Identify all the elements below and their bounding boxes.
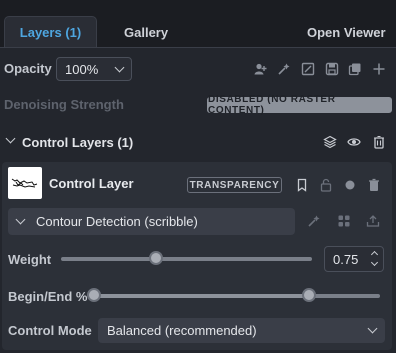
trash-icon[interactable] bbox=[367, 178, 381, 192]
control-layers-title: Control Layers (1) bbox=[22, 135, 134, 150]
layer-thumbnail[interactable] bbox=[8, 167, 42, 199]
processor-value: Contour Detection (scribble) bbox=[36, 214, 198, 229]
opacity-label: Opacity bbox=[4, 61, 52, 76]
chevron-down-icon bbox=[114, 62, 125, 72]
open-viewer-label: Open Viewer bbox=[307, 24, 386, 40]
control-mode-select[interactable]: Balanced (recommended) bbox=[98, 318, 385, 343]
weight-stepper[interactable] bbox=[370, 249, 380, 269]
control-mode-value: Balanced (recommended) bbox=[107, 323, 257, 338]
eye-icon[interactable] bbox=[347, 135, 361, 149]
weight-slider-track[interactable] bbox=[61, 257, 312, 261]
weight-label: Weight bbox=[8, 252, 52, 267]
control-mode-label: Control Mode bbox=[8, 323, 92, 338]
denoising-strength-label: Denoising Strength bbox=[4, 97, 124, 112]
user-plus-icon[interactable] bbox=[253, 62, 267, 76]
processor-select[interactable]: Contour Detection (scribble) bbox=[8, 208, 295, 235]
control-layers-header[interactable]: Control Layers (1) bbox=[0, 126, 396, 158]
crop-icon[interactable] bbox=[301, 62, 315, 76]
tab-layers-label: Layers (1) bbox=[19, 25, 82, 40]
layers-icon[interactable] bbox=[323, 135, 337, 149]
opacity-select[interactable]: 100% bbox=[56, 57, 132, 81]
sparkle-icon[interactable] bbox=[277, 62, 291, 76]
grid-icon[interactable] bbox=[337, 214, 351, 228]
plus-icon[interactable] bbox=[372, 62, 386, 76]
chevron-down-icon bbox=[15, 214, 26, 225]
bookmark-icon[interactable] bbox=[295, 178, 309, 192]
tab-gallery[interactable]: Gallery bbox=[124, 16, 168, 48]
begin-end-slider-range bbox=[94, 294, 309, 298]
wand-icon[interactable] bbox=[307, 214, 321, 228]
tab-layers[interactable]: Layers (1) bbox=[4, 16, 97, 48]
begin-slider-thumb[interactable] bbox=[87, 288, 101, 302]
trash-icon[interactable] bbox=[372, 135, 386, 149]
denoise-disabled-badge: DISABLED (NO RASTER CONTENT) bbox=[207, 94, 392, 116]
weight-value: 0.75 bbox=[333, 251, 359, 267]
begin-end-label: Begin/End % bbox=[8, 289, 88, 304]
lock-icon[interactable] bbox=[319, 178, 333, 192]
chevron-down-icon[interactable] bbox=[370, 258, 379, 267]
chevron-down-icon bbox=[367, 323, 378, 334]
tab-gallery-label: Gallery bbox=[124, 24, 169, 40]
chevron-down-icon bbox=[5, 133, 16, 144]
upload-icon[interactable] bbox=[366, 214, 380, 228]
copy-icon[interactable] bbox=[348, 62, 362, 76]
control-layer-name[interactable]: Control Layer bbox=[49, 176, 134, 191]
save-icon[interactable] bbox=[325, 62, 339, 76]
opacity-value: 100% bbox=[65, 61, 99, 77]
end-slider-thumb[interactable] bbox=[301, 288, 316, 302]
transparency-badge: TRANSPARENCY bbox=[187, 177, 282, 193]
open-viewer-button[interactable]: Open Viewer bbox=[307, 16, 386, 48]
chevron-up-icon[interactable] bbox=[370, 250, 379, 259]
circle-icon[interactable] bbox=[343, 178, 357, 192]
